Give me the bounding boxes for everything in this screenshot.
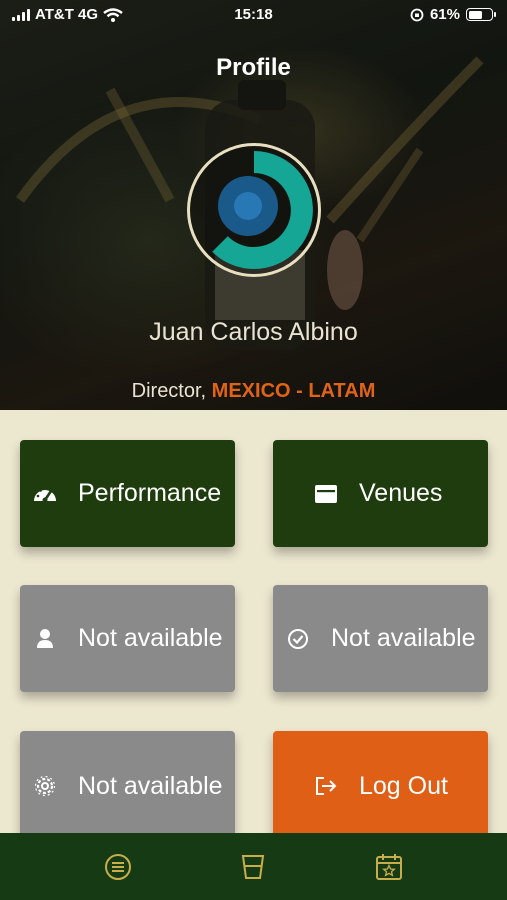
avatar-logo: [212, 151, 313, 269]
user-icon: [32, 626, 58, 652]
user-region: MEXICO - LATAM: [211, 380, 376, 402]
user-name: Juan Carlos Albino: [149, 318, 358, 346]
nav-products-button[interactable]: [233, 847, 273, 887]
tile-label: Not available: [331, 624, 476, 652]
user-role-line: Director, MEXICO - LATAM: [0, 380, 507, 403]
tile-label: Log Out: [359, 771, 448, 800]
venues-button[interactable]: Venues: [273, 440, 488, 547]
calendar-star-icon: [376, 853, 403, 880]
nav-menu-button[interactable]: [98, 847, 138, 887]
battery-icon: [466, 8, 496, 21]
battery-percent: 61%: [429, 6, 460, 23]
check-circle-icon: [285, 626, 311, 652]
avatar[interactable]: [187, 143, 321, 277]
bottom-nav: [0, 833, 507, 900]
tile-label: Venues: [359, 479, 443, 507]
logout-button[interactable]: Log Out: [273, 731, 488, 841]
speedometer-icon: [32, 481, 58, 507]
menu-icon: [104, 853, 131, 880]
tile-label: Performance: [78, 479, 222, 507]
user-role: Director,: [131, 380, 207, 402]
logout-icon: [313, 773, 339, 799]
performance-button[interactable]: Performance: [20, 440, 235, 547]
not-available-button-3[interactable]: Not available: [20, 731, 235, 841]
status-bar: AT&T 4G 15:18 61%: [0, 0, 507, 30]
wallet-icon: [313, 481, 339, 507]
orientation-lock-icon: [410, 8, 424, 21]
page-title: Profile: [216, 54, 291, 81]
nav-calendar-button[interactable]: [369, 847, 409, 887]
tile-label: Not available: [78, 624, 223, 652]
glass-icon: [242, 854, 265, 879]
not-available-button-2[interactable]: Not available: [273, 585, 488, 692]
battery-info: 61%: [410, 6, 496, 23]
gear-icon: [32, 773, 58, 799]
not-available-button-1[interactable]: Not available: [20, 585, 235, 692]
tile-label: Not available: [78, 771, 223, 800]
